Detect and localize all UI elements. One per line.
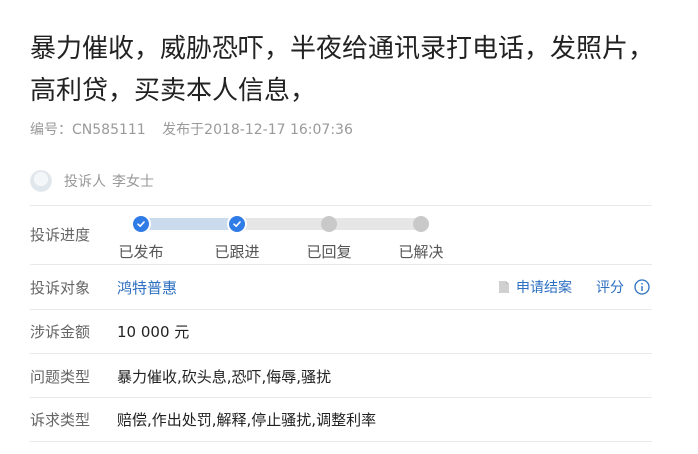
apply-close-button[interactable]: 申请结案 xyxy=(516,277,572,297)
publish-label: 发布于 xyxy=(162,122,205,138)
divider xyxy=(30,353,652,354)
progress-tracker: 已发布 已跟进 已回复 已解决 xyxy=(117,205,467,265)
complaint-detail: 暴力催收，威胁恐吓，半夜给通讯录打电话，发照片，高利贷，买卖本人信息， 编号：C… xyxy=(0,0,698,454)
divider xyxy=(30,309,652,310)
publish-time: 2018-12-17 16:07:36 xyxy=(204,122,353,138)
complaint-meta: 编号：CN585111 发布于2018-12-17 16:07:36 xyxy=(30,119,365,139)
id-label: 编号： xyxy=(30,122,72,138)
rate-button[interactable]: 评分 xyxy=(596,277,624,297)
complainant-label: 投诉人 xyxy=(64,174,106,190)
divider xyxy=(30,264,652,265)
complainant-name: 李女士 xyxy=(112,174,154,190)
amount-label: 涉诉金额 xyxy=(30,323,91,341)
step-label-resolved: 已解决 xyxy=(398,243,444,261)
target-actions: 申请结案 评分 xyxy=(498,277,650,297)
demand-type-label: 诉求类型 xyxy=(30,411,91,429)
step-published-check-icon xyxy=(133,216,149,232)
divider xyxy=(30,397,652,398)
step-label-published: 已发布 xyxy=(118,243,164,261)
complainant: 投诉人 李女士 xyxy=(30,170,154,192)
divider xyxy=(30,441,652,442)
id-value: CN585111 xyxy=(72,122,146,138)
step-label-replied: 已回复 xyxy=(306,243,352,261)
avatar xyxy=(30,170,52,192)
progress-track-fill xyxy=(143,218,238,230)
complaint-title: 暴力催收，威胁恐吓，半夜给通讯录打电话，发照片，高利贷，买卖本人信息， xyxy=(30,34,655,106)
step-replied-dot-icon xyxy=(321,216,337,232)
amount-value: 10 000 元 xyxy=(117,323,190,341)
problem-type-label: 问题类型 xyxy=(30,368,91,386)
publish-info: 发布于2018-12-17 16:07:36 xyxy=(162,122,353,138)
step-followed-check-icon xyxy=(229,216,245,232)
demand-type-value: 赔偿,作出处罚,解释,停止骚扰,调整利率 xyxy=(117,411,377,429)
info-icon[interactable] xyxy=(634,279,650,295)
complaint-id: 编号：CN585111 xyxy=(30,122,146,138)
progress-label: 投诉进度 xyxy=(30,226,91,244)
target-company-link[interactable]: 鸿特普惠 xyxy=(117,277,177,298)
problem-type-value: 暴力催收,砍头息,恐吓,侮辱,骚扰 xyxy=(117,368,332,386)
step-label-followed: 已跟进 xyxy=(214,243,260,261)
document-icon xyxy=(499,281,509,293)
step-resolved-dot-icon xyxy=(413,216,429,232)
target-label: 投诉对象 xyxy=(30,279,91,297)
